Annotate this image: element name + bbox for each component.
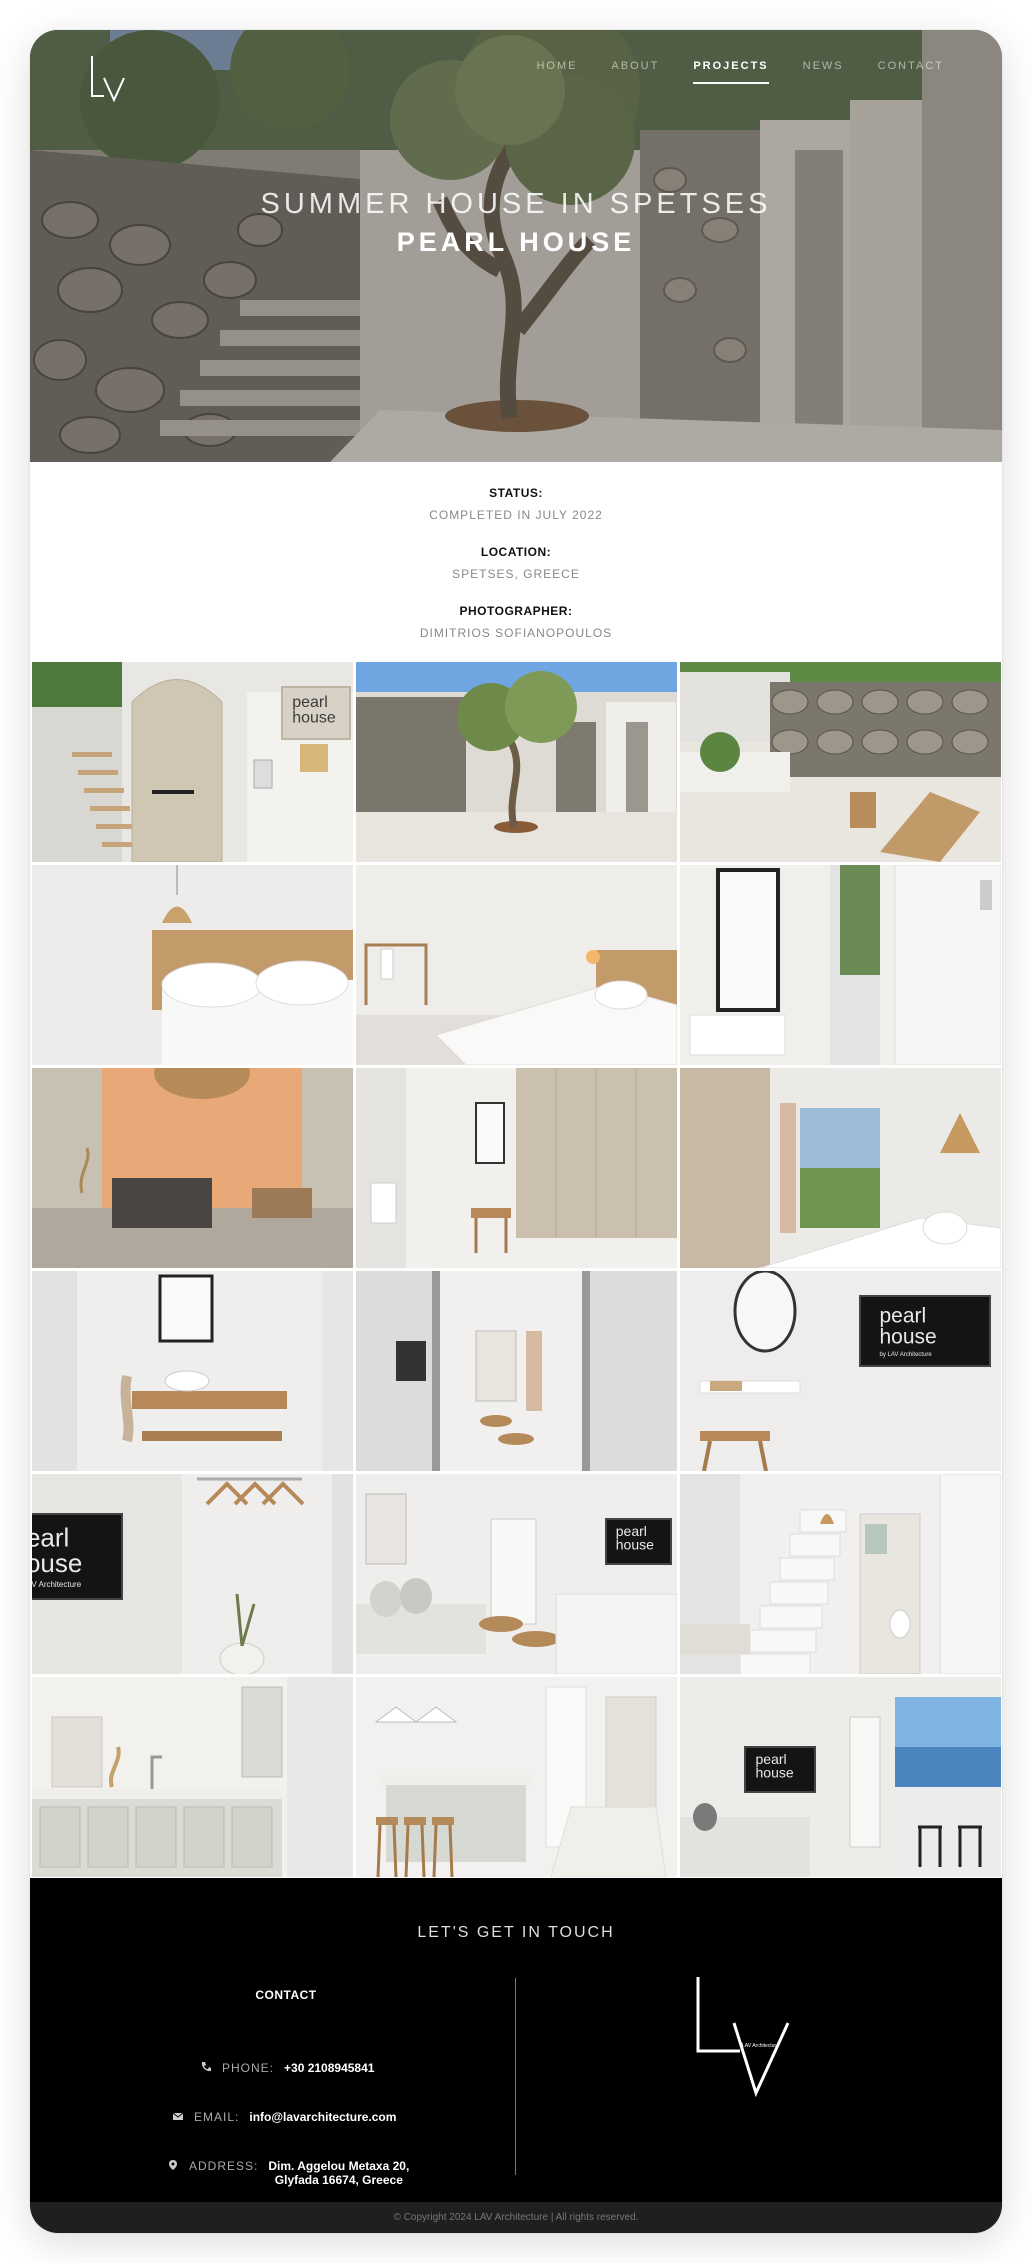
gallery-tile[interactable] (32, 865, 353, 1065)
info-value: SPETSES, GREECE (452, 567, 580, 581)
project-info: STATUS: COMPLETED IN JULY 2022 LOCATION:… (30, 462, 1002, 662)
info-value: DIMITRIOS SOFIANOPOULOS (419, 626, 613, 640)
living-room-photo: pearlhouse (356, 1474, 677, 1674)
main-nav: HOME ABOUT PROJECTS NEWS CONTACT (536, 60, 944, 84)
gallery-tile[interactable] (32, 1068, 353, 1268)
gallery-tile[interactable] (680, 1474, 1001, 1674)
info-photographer: PHOTOGRAPHER: DIMITRIOS SOFIANOPOULOS (30, 604, 1002, 640)
nav-about[interactable]: ABOUT (611, 60, 659, 84)
nav-home[interactable]: HOME (536, 60, 577, 84)
gallery-tile[interactable] (680, 865, 1001, 1065)
nav-projects[interactable]: PROJECTS (693, 60, 769, 84)
sign-text: house (880, 1326, 937, 1349)
gallery-tile[interactable] (680, 662, 1001, 862)
hero-title: SUMMER HOUSE IN SPETSES (260, 188, 772, 220)
info-label: PHOTOGRAPHER: (459, 604, 573, 618)
tv-hangers-photo: pearlhouseby LAV Architecture (32, 1474, 353, 1674)
info-label: STATUS: (489, 486, 543, 500)
wardrobe-stool-photo (356, 1068, 677, 1268)
bathroom-vanity-photo (32, 1271, 353, 1471)
copyright: © Copyright 2024 LAV Architecture | All … (30, 2202, 1002, 2233)
email-icon (172, 2112, 184, 2120)
mirror-hallway-photo (680, 865, 1001, 1065)
gallery-tile[interactable] (32, 1271, 353, 1471)
sign-text: house (756, 1765, 794, 1781)
gallery-tile[interactable]: pearlhouse by LAV Architecture (680, 1271, 1001, 1471)
phone-label: PHONE: (222, 2061, 275, 2075)
footer-lv-logo: LAV Architecture (696, 1977, 790, 2097)
sign-text: pearl (292, 694, 328, 711)
gallery-tile[interactable]: pearl house (32, 662, 353, 862)
bedroom-wide-photo (356, 865, 677, 1065)
gallery-tile[interactable] (356, 1677, 677, 1877)
stairs-interior-photo (680, 1474, 1001, 1674)
gallery-tile[interactable]: pearl house (356, 1474, 677, 1674)
gallery-tile[interactable] (356, 662, 677, 862)
email-row: EMAIL: info@lavarchitecture.com (172, 2110, 396, 2124)
footer: LET'S GET IN TOUCH CONTACT PHONE: +30 21… (30, 1878, 1002, 2202)
phone-icon (201, 2062, 211, 2072)
address-row: ADDRESS: Dim. Aggelou Metaxa 20, Glyfada… (167, 2159, 409, 2187)
gallery-tile[interactable] (680, 1068, 1001, 1268)
courtyard-olive-photo (356, 662, 677, 862)
email-label: EMAIL: (194, 2110, 240, 2124)
footer-divider (515, 1978, 516, 2175)
bedroom-headboard-photo (32, 865, 353, 1065)
glass-doors-living-photo (356, 1271, 677, 1471)
hero-subtitle: PEARL HOUSE (396, 227, 636, 257)
gallery-tile[interactable] (356, 1068, 677, 1268)
gallery-tile[interactable]: pearl house (680, 1677, 1001, 1877)
address-line-1: Dim. Aggelou Metaxa 20, (268, 2159, 410, 2173)
address-value: Dim. Aggelou Metaxa 20, Glyfada 16674, G… (268, 2159, 409, 2187)
bedroom-balcony-photo (680, 1068, 1001, 1268)
sign-text: house (616, 1537, 654, 1553)
kitchen-photo (32, 1677, 353, 1877)
gallery-tile[interactable]: pearlhouseby LAV Architecture (32, 1474, 353, 1674)
info-status: STATUS: COMPLETED IN JULY 2022 (30, 486, 1002, 522)
photo-gallery: pearlhousepearlhouseby LAV Architecturep… (30, 662, 1002, 1878)
nav-contact[interactable]: CONTACT (878, 60, 944, 84)
page-frame: HOME ABOUT PROJECTS NEWS CONTACT SUMMER … (30, 30, 1002, 2233)
hero-section: HOME ABOUT PROJECTS NEWS CONTACT SUMMER … (30, 30, 1002, 462)
kitchen-island-photo (356, 1677, 677, 1877)
info-location: LOCATION: SPETSES, GREECE (30, 545, 1002, 581)
nav-news[interactable]: NEWS (803, 60, 844, 84)
entrance-door-photo: pearlhouse (32, 662, 353, 862)
location-pin-icon (169, 2160, 177, 2170)
footer-logo-caption: LAV Architecture (742, 2043, 779, 2049)
email-value[interactable]: info@lavarchitecture.com (249, 2110, 396, 2124)
phone-row: PHONE: +30 2108945841 (200, 2061, 374, 2075)
info-label: LOCATION: (480, 545, 552, 559)
stone-sink-photo (32, 1068, 353, 1268)
address-label: ADDRESS: (189, 2159, 259, 2173)
gallery-tile[interactable] (32, 1677, 353, 1877)
gallery-tile[interactable] (356, 1271, 677, 1471)
tv-sign-mirror-photo: pearlhouse by LAV Architecture (680, 1271, 1001, 1471)
sign-text: by LAV Architecture (32, 1580, 82, 1589)
lv-logo[interactable] (88, 52, 128, 104)
gallery-tile[interactable] (356, 865, 677, 1065)
sign-text: by LAV Architecture (880, 1352, 933, 1358)
contact-title: CONTACT (255, 1988, 317, 2002)
sign-text: house (32, 1548, 82, 1578)
stone-wall-patio-photo (680, 662, 1001, 862)
address-line-2: Glyfada 16674, Greece (274, 2173, 403, 2187)
sign-text: pearl (880, 1305, 927, 1328)
footer-heading: LET'S GET IN TOUCH (417, 1924, 615, 1941)
phone-value[interactable]: +30 2108945841 (284, 2061, 374, 2075)
lounge-seaview-photo: pearlhouse (680, 1677, 1001, 1877)
info-value: COMPLETED IN JULY 2022 (429, 508, 603, 522)
sign-text: house (292, 709, 336, 726)
